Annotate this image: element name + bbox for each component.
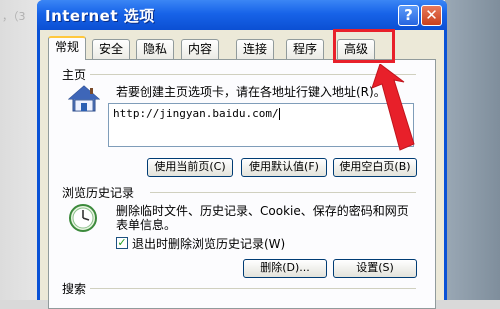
tab-content[interactable]: 内容 bbox=[181, 39, 220, 59]
background-text: ，（3 bbox=[2, 10, 26, 23]
homepage-group-title: 主页 bbox=[62, 68, 87, 82]
delete-history-on-exit-label[interactable]: 退出时删除浏览历史记录(W) bbox=[132, 237, 285, 251]
window-title: Internet 选项 bbox=[45, 7, 155, 25]
use-default-button[interactable]: 使用默认值(F) bbox=[241, 158, 327, 177]
history-group-divider bbox=[150, 192, 416, 193]
advanced-tab-highlight bbox=[333, 29, 395, 63]
homepage-description: 若要创建主页选项卡，请在各地址行键入地址(R)。 bbox=[116, 85, 386, 99]
history-clock-icon bbox=[69, 204, 97, 232]
history-settings-button[interactable]: 设置(S) bbox=[333, 259, 417, 278]
tab-connections[interactable]: 连接 bbox=[236, 39, 275, 59]
title-bar[interactable]: Internet 选项 ? ✕ bbox=[37, 0, 447, 30]
search-group-title: 搜索 bbox=[62, 282, 87, 296]
delete-history-button[interactable]: 删除(D)... bbox=[243, 259, 327, 278]
homepage-group-divider bbox=[90, 74, 416, 75]
close-button[interactable]: ✕ bbox=[421, 5, 442, 26]
help-button[interactable]: ? bbox=[398, 5, 419, 26]
annotation-arrow-icon bbox=[371, 64, 415, 151]
tab-privacy[interactable]: 隐私 bbox=[136, 39, 175, 59]
search-group-divider bbox=[90, 288, 416, 289]
use-blank-button[interactable]: 使用空白页(B) bbox=[333, 158, 417, 177]
delete-history-on-exit-checkbox[interactable]: ✓ bbox=[116, 237, 128, 249]
homepage-url-input[interactable]: http://jingyan.baidu.com/ bbox=[108, 103, 414, 147]
tab-security[interactable]: 安全 bbox=[92, 39, 131, 59]
history-group-title: 浏览历史记录 bbox=[62, 186, 135, 200]
history-description-line2: 表单信息。 bbox=[116, 218, 177, 232]
tab-general[interactable]: 常规 bbox=[48, 36, 87, 60]
tab-programs[interactable]: 程序 bbox=[286, 39, 325, 59]
background-right-area bbox=[445, 0, 500, 300]
home-icon bbox=[68, 85, 100, 112]
background-left-area bbox=[0, 0, 40, 300]
homepage-url-value: http://jingyan.baidu.com/ bbox=[113, 107, 279, 120]
history-description-line1: 删除临时文件、历史记录、Cookie、保存的密码和网页 bbox=[116, 204, 409, 218]
use-current-button[interactable]: 使用当前页(C) bbox=[147, 158, 233, 177]
